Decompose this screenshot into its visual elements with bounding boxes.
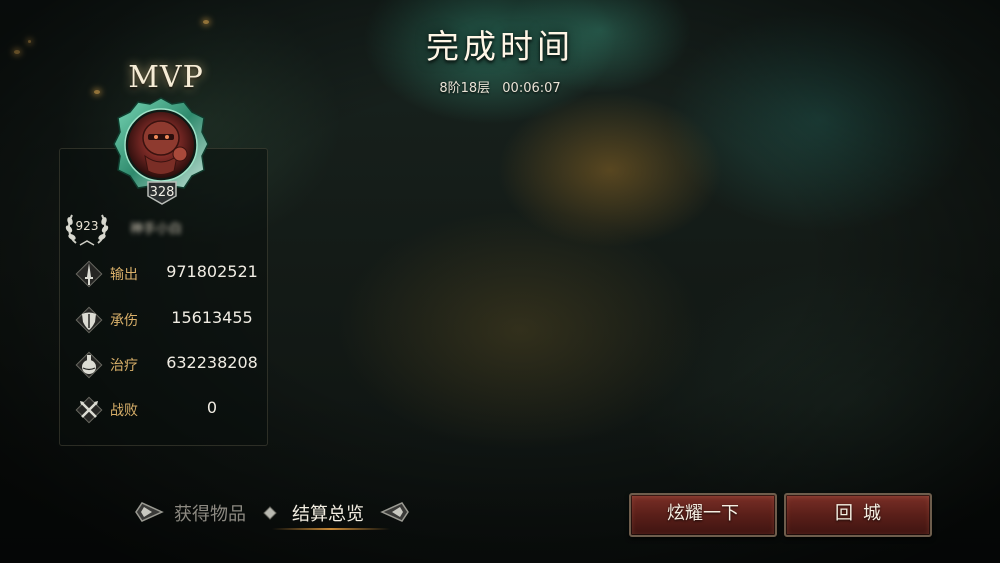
potion-icon — [75, 351, 103, 379]
stat-label-damage: 输出 — [110, 267, 138, 283]
player-name: 神手小白 — [130, 222, 183, 237]
diamond-icon — [263, 506, 277, 520]
stat-row-defeats: 战败 0 — [70, 393, 266, 425]
clear-time: 00:06:07 — [502, 81, 561, 96]
rank-number: 923 — [75, 219, 99, 233]
return-to-city-button[interactable]: 回城 — [784, 493, 932, 537]
stat-row-damage: 输出 971802521 — [70, 257, 266, 289]
stat-value-healing: 632238208 — [166, 353, 258, 372]
crossed-swords-icon — [75, 396, 103, 424]
stat-value-damage-taken: 15613455 — [171, 308, 253, 327]
sword-icon — [75, 260, 103, 288]
result-tabs: 获得物品 结算总览 — [134, 494, 410, 532]
stat-row-healing: 治疗 632238208 — [70, 348, 266, 380]
hero-level: 328 — [149, 185, 175, 200]
shield-icon — [75, 306, 103, 334]
stat-label-healing: 治疗 — [110, 358, 138, 374]
stat-row-damage-taken: 承伤 15613455 — [70, 303, 266, 335]
share-button[interactable]: 炫耀一下 — [629, 493, 777, 537]
tab-obtained-items[interactable]: 获得物品 — [174, 500, 246, 526]
stat-label-defeats: 战败 — [110, 403, 138, 419]
tab-settlement-overview[interactable]: 结算总览 — [292, 500, 364, 526]
stat-label-damage-taken: 承伤 — [110, 313, 138, 329]
mvp-label: MVP — [128, 60, 204, 95]
active-tab-underline — [272, 528, 390, 530]
chevron-left-icon[interactable] — [134, 497, 164, 527]
stat-value-damage: 971802521 — [166, 262, 258, 281]
chevron-right-icon[interactable] — [380, 497, 410, 527]
stat-value-defeats: 0 — [206, 398, 218, 417]
floor-label: 8阶18层 — [439, 81, 491, 96]
